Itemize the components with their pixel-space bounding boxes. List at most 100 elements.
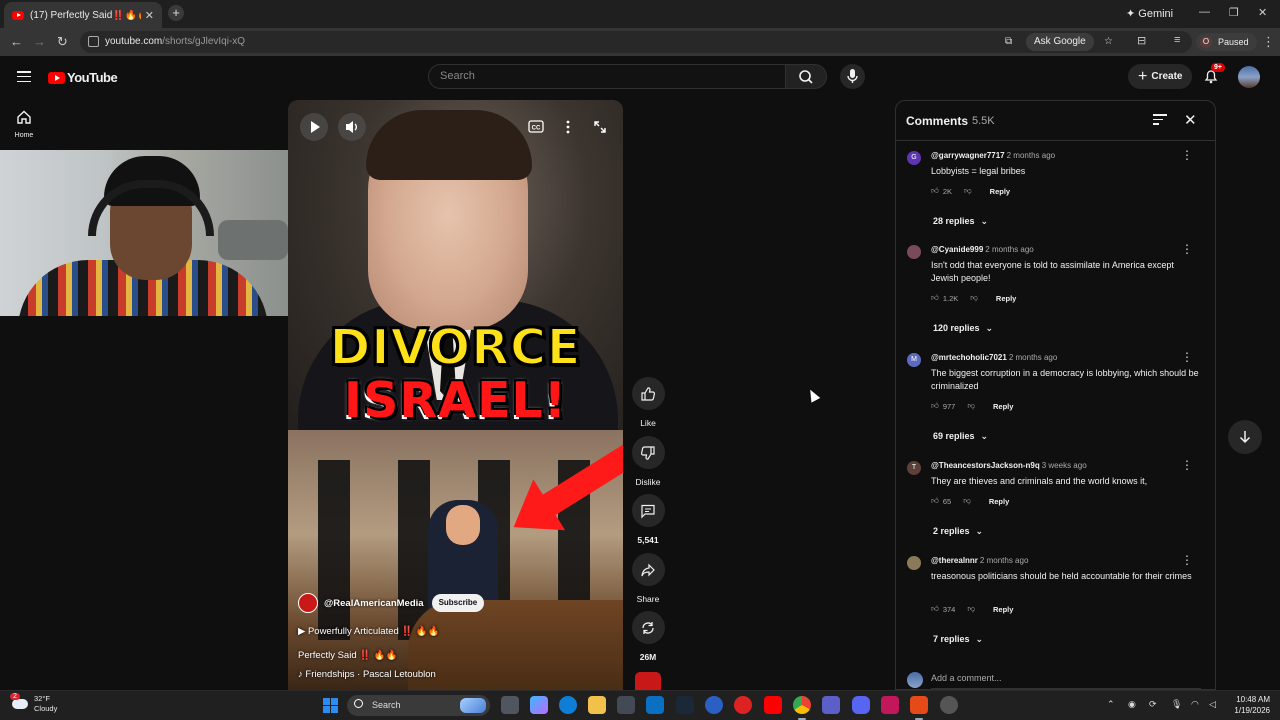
steam-icon[interactable] xyxy=(676,696,694,714)
gemini-button[interactable]: ✦ Gemini xyxy=(1126,7,1173,20)
reading-list-icon[interactable]: ≡ xyxy=(1174,34,1180,46)
extensions-icon[interactable]: ⊟ xyxy=(1137,34,1146,47)
site-info-icon[interactable] xyxy=(88,36,99,47)
volume-tray-icon[interactable]: ◁ xyxy=(1209,699,1216,710)
comment-like-icon[interactable]: 👍︎ xyxy=(931,496,939,506)
comment-reply-button[interactable]: Reply xyxy=(993,402,1013,411)
tab-close-icon[interactable]: ✕ xyxy=(145,9,154,22)
tray-mic-icon[interactable]: 🎙 xyxy=(1171,699,1182,710)
view-replies-button[interactable]: 69 replies ⌄ xyxy=(933,431,988,442)
account-avatar[interactable] xyxy=(1238,66,1260,88)
remix-button[interactable]: 26M xyxy=(630,611,666,662)
youtube-app-icon[interactable] xyxy=(764,696,782,714)
weather-widget[interactable]: 2 32°F Cloudy xyxy=(10,693,57,714)
bookmark-star-icon[interactable]: ☆ xyxy=(1104,36,1113,47)
obs-like-app-icon[interactable] xyxy=(910,696,928,720)
comment-like-icon[interactable]: 👍︎ xyxy=(931,604,939,614)
comment-like-icon[interactable]: 👍︎ xyxy=(931,186,939,196)
captions-button[interactable]: CC xyxy=(522,113,550,141)
volume-button[interactable] xyxy=(338,113,366,141)
music-link[interactable]: ♪ Friendships · Pascal Letoublon xyxy=(298,669,436,680)
comment-time[interactable]: 2 months ago xyxy=(985,245,1033,254)
comment-more-icon[interactable]: ⋮ xyxy=(1181,553,1193,567)
subscribe-button[interactable]: Subscribe xyxy=(431,594,485,612)
minimize-icon[interactable]: — xyxy=(1199,6,1210,18)
view-replies-button[interactable]: 120 replies ⌄ xyxy=(933,323,993,334)
outlook-icon[interactable] xyxy=(646,696,664,714)
tray-sync-icon[interactable]: ⟳ xyxy=(1149,699,1157,710)
comment-dislike-icon[interactable]: 👎︎ xyxy=(967,401,975,411)
more-options-button[interactable] xyxy=(554,113,582,141)
file-explorer-icon[interactable] xyxy=(588,696,606,714)
comments-button[interactable]: 5,541 xyxy=(630,494,666,545)
channel-name[interactable]: @RealAmericanMedia xyxy=(324,598,424,609)
comment-more-icon[interactable]: ⋮ xyxy=(1181,242,1193,256)
wifi-icon[interactable]: ◠ xyxy=(1191,699,1199,710)
comment-reply-button[interactable]: Reply xyxy=(990,187,1010,196)
comment-author[interactable]: @TheancestorsJackson-n9q xyxy=(931,461,1040,470)
share-button[interactable]: Share xyxy=(630,553,666,604)
window-close-icon[interactable]: ✕ xyxy=(1258,6,1267,19)
view-replies-button[interactable]: 7 replies ⌄ xyxy=(933,634,983,645)
voice-search-button[interactable] xyxy=(840,64,865,89)
comment-author[interactable]: @Cyanide999 xyxy=(931,245,983,254)
guide-home[interactable]: Home xyxy=(0,100,48,148)
chrome-icon[interactable] xyxy=(793,696,811,720)
comment-author[interactable]: @garrywagner7717 xyxy=(931,151,1005,160)
comment-avatar[interactable] xyxy=(907,245,921,259)
url-text[interactable]: youtube.com/shorts/gJlevIqi-xQ xyxy=(105,36,245,47)
comment-reply-button[interactable]: Reply xyxy=(996,294,1016,303)
sound-avatar[interactable] xyxy=(635,672,661,690)
comment-more-icon[interactable]: ⋮ xyxy=(1181,350,1193,364)
comment-time[interactable]: 2 months ago xyxy=(1007,151,1055,160)
fullscreen-button[interactable] xyxy=(586,113,614,141)
dislike-button[interactable]: Dislike xyxy=(630,436,666,487)
play-button[interactable] xyxy=(300,113,328,141)
audio-app-icon[interactable] xyxy=(881,696,899,714)
comment-avatar[interactable]: M xyxy=(907,353,921,367)
new-tab-button[interactable]: + xyxy=(168,5,184,21)
settings-icon[interactable] xyxy=(940,696,958,714)
back-icon[interactable]: ← xyxy=(10,34,23,49)
comment-avatar[interactable] xyxy=(907,556,921,570)
forward-icon[interactable]: → xyxy=(33,34,46,49)
youtube-logo[interactable]: YouTube xyxy=(48,70,118,85)
guide-menu-icon[interactable] xyxy=(17,71,31,83)
browser-menu-icon[interactable]: ⋮ xyxy=(1262,34,1275,50)
comment-more-icon[interactable]: ⋮ xyxy=(1181,148,1193,162)
reload-icon[interactable]: ↻ xyxy=(57,34,68,50)
task-view-icon[interactable] xyxy=(501,696,519,714)
comment-dislike-icon[interactable]: 👎︎ xyxy=(967,604,975,614)
comment-dislike-icon[interactable]: 👎︎ xyxy=(964,186,972,196)
tray-app-icon[interactable]: ◉ xyxy=(1128,699,1136,710)
playlist-link[interactable]: ▶ Powerfully Articulated ‼️ 🔥🔥 xyxy=(298,626,440,637)
comment-like-icon[interactable]: 👍︎ xyxy=(931,293,939,303)
comment-time[interactable]: 3 weeks ago xyxy=(1042,461,1087,470)
comment-author[interactable]: @mrtechoholic7021 xyxy=(931,353,1007,362)
comment-reply-button[interactable]: Reply xyxy=(993,605,1013,614)
browser-tab-youtube[interactable]: (17) Perfectly Said‼️🔥🔥 - You ✕ xyxy=(4,2,162,28)
comment-more-icon[interactable]: ⋮ xyxy=(1181,458,1193,472)
comment-author[interactable]: @therealnnr xyxy=(931,556,978,565)
comment-dislike-icon[interactable]: 👎︎ xyxy=(970,293,978,303)
notifications-button[interactable]: 9+ xyxy=(1203,63,1225,89)
discord-icon[interactable] xyxy=(852,696,870,714)
windows-start-icon[interactable] xyxy=(323,698,338,713)
shorts-video-player[interactable]: DIVORCE ISRAEL! CC @RealAmericanMedia Su… xyxy=(288,100,623,690)
cast-icon[interactable]: ⧉ xyxy=(1005,36,1012,47)
profile-paused-chip[interactable]: O Paused xyxy=(1196,33,1257,51)
comment-dislike-icon[interactable]: 👎︎ xyxy=(963,496,971,506)
comment-time[interactable]: 2 months ago xyxy=(980,556,1028,565)
restore-icon[interactable]: ❐ xyxy=(1229,6,1239,19)
scroll-next-button[interactable] xyxy=(1228,420,1262,454)
view-replies-button[interactable]: 28 replies ⌄ xyxy=(933,216,988,227)
comment-reply-button[interactable]: Reply xyxy=(989,497,1009,506)
comment-time[interactable]: 2 months ago xyxy=(1009,353,1057,362)
address-bar[interactable]: youtube.com/shorts/gJlevIqi-xQ ⧉ Ask Goo… xyxy=(80,31,1192,53)
comment-avatar[interactable]: T xyxy=(907,461,921,475)
gtr-app-icon[interactable] xyxy=(734,696,752,714)
create-button[interactable]: + Create xyxy=(1128,64,1193,89)
tray-chevron-icon[interactable]: ⌃ xyxy=(1107,699,1115,710)
store-icon[interactable] xyxy=(617,696,635,714)
copilot-icon[interactable] xyxy=(530,696,548,714)
